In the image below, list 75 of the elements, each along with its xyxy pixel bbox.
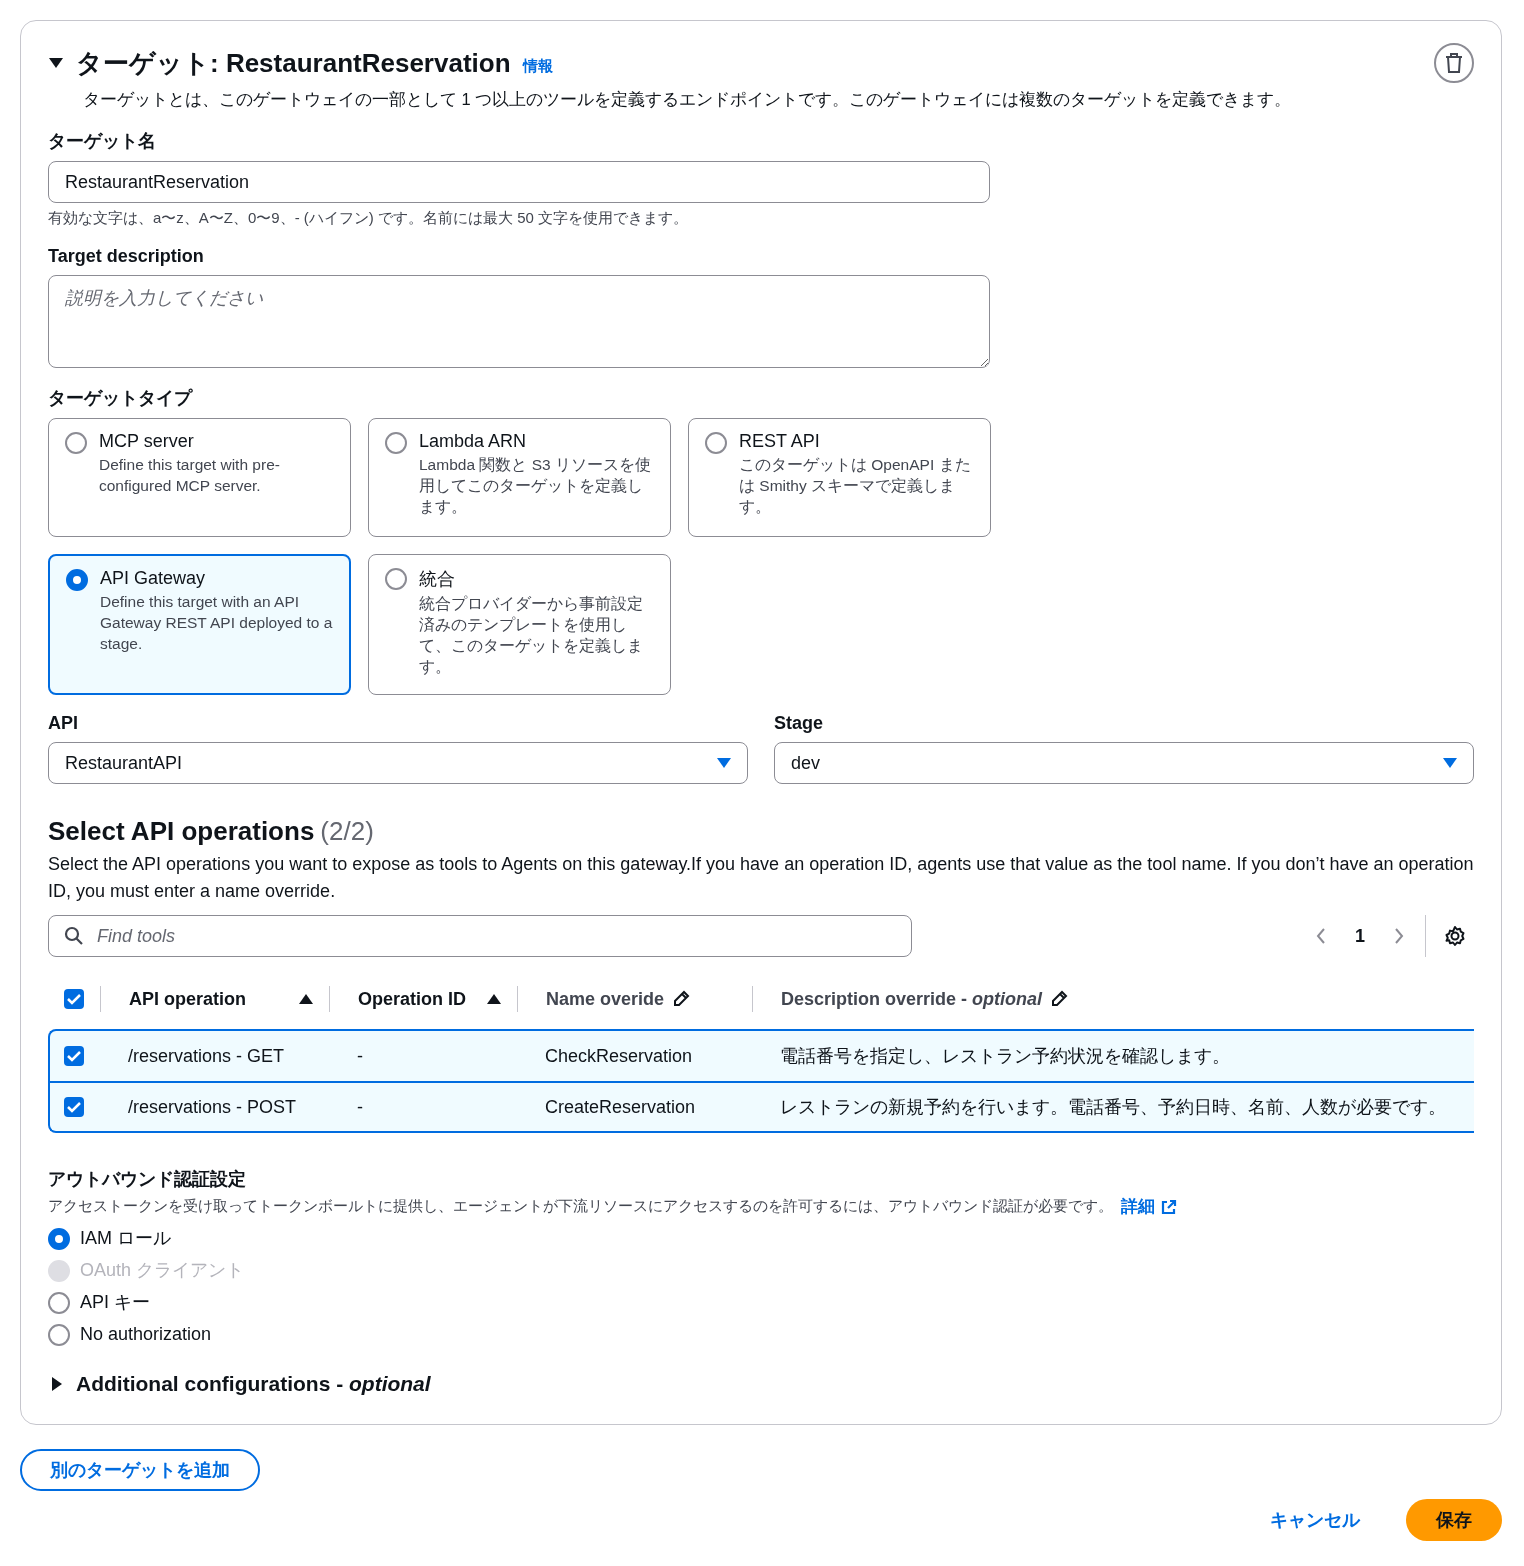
sort-up-icon: [487, 993, 501, 1005]
target-name-field[interactable]: RestaurantReservation: [48, 161, 990, 203]
option-description: Define this target with an API Gateway REST API deployed to a stage.: [100, 592, 333, 654]
page-number[interactable]: 1: [1349, 924, 1371, 948]
auth-option[interactable]: No authorization: [48, 1318, 212, 1350]
field-label: Target description: [48, 246, 205, 267]
select-field[interactable]: dev: [774, 742, 1474, 784]
table-cell-text: /reservations - POST: [127, 1096, 298, 1118]
radio-icon: [385, 432, 407, 454]
radio-icon: [385, 568, 407, 590]
field-hint: 有効な文字は、a〜z、A〜Z、0〜9、- (ハイフン) です。名前には最大 50 文字を使用できます。: [48, 209, 690, 228]
description-field[interactable]: 説明を入力してください: [48, 275, 990, 368]
caret-icon: [717, 757, 731, 769]
radio-icon: [65, 432, 87, 454]
pencil-icon: [1050, 990, 1069, 1008]
panel-title: ターゲット: RestaurantReservation: [76, 46, 511, 80]
option-description: このターゲットは OpenAPI または Smithy スキーマで定義します。: [739, 455, 972, 517]
column-header: Name overide: [546, 988, 665, 1010]
field-label: アウトバウンド認証設定: [48, 1168, 247, 1191]
option-label: REST API: [739, 431, 821, 452]
search-field[interactable]: Find tools: [48, 915, 912, 957]
auth-option[interactable]: API キー: [48, 1286, 150, 1318]
table-cell-text: CheckReservation: [544, 1045, 694, 1067]
table-cell-text: /reservations - GET: [127, 1045, 286, 1067]
column-header: Description override - optional: [781, 988, 1043, 1010]
info-link[interactable]: 情報: [522, 56, 553, 76]
radio-icon: [66, 569, 88, 591]
column-header[interactable]: Operation ID: [358, 988, 466, 1010]
target-type-option[interactable]: Lambda ARN Lambda 関数と S3 リソースを使用してこのターゲットを定義します。: [368, 418, 671, 537]
save-button[interactable]: 保存: [1406, 1499, 1502, 1541]
caret-icon: [1443, 757, 1457, 769]
section-title: Select API operations (2/2): [48, 816, 375, 847]
search-icon: [64, 926, 84, 946]
table-cell-text: -: [356, 1045, 364, 1067]
table-cell-text: レストランの新規予約を行います。電話番号、予約日時、名前、人数が必要です。: [779, 1096, 1447, 1119]
field-label: ターゲットタイプ: [48, 387, 194, 410]
option-label: MCP server: [99, 431, 195, 452]
row-checkbox[interactable]: [64, 1046, 84, 1066]
option-description: 統合プロバイダーから事前設定済みのテンプレートを使用して、このターゲットを定義します。: [419, 594, 644, 677]
add-target-button[interactable]: 別のターゲットを追加: [20, 1449, 260, 1491]
table-cell-text: -: [356, 1096, 364, 1118]
next-page-button[interactable]: [1393, 927, 1405, 945]
option-label: Lambda ARN: [419, 431, 528, 452]
settings-button[interactable]: [1444, 925, 1466, 947]
trash-icon: [1445, 53, 1463, 73]
option-description: Lambda 関数と S3 リソースを使用してこのターゲットを定義します。: [419, 455, 652, 517]
sort-up-icon: [299, 993, 313, 1005]
field-label: API: [48, 713, 79, 734]
option-description: Define this target with pre-configured MCP server.: [99, 455, 281, 496]
delete-button[interactable]: [1434, 43, 1474, 83]
option-label: 統合: [419, 568, 456, 591]
field-label: Stage: [774, 713, 825, 734]
details-link[interactable]: 詳細: [1121, 1195, 1177, 1218]
external-link-icon: [1161, 1198, 1177, 1215]
auth-option[interactable]: IAM ロール: [48, 1222, 171, 1254]
section-description: Select the API operations you want to expose as tools to Agents on this gateway.If you have an operation ID, agents use that value as the tool name. If you don’t have an operation ID, you must enter a name override.: [48, 853, 1474, 903]
previous-page-button[interactable]: [1315, 927, 1327, 945]
select-field[interactable]: RestaurantAPI: [48, 742, 748, 784]
select-all-checkbox[interactable]: [64, 989, 84, 1009]
radio-icon: [705, 432, 727, 454]
field-label: ターゲット名: [48, 130, 157, 153]
row-checkbox[interactable]: [64, 1097, 84, 1117]
table-cell-text: 電話番号を指定し、レストラン予約状況を確認します。: [779, 1045, 1231, 1068]
panel-description: ターゲットとは、このゲートウェイの一部として 1 つ以上のツールを定義するエンドポイントです。このゲートウェイには複数のターゲットを定義できます。: [83, 89, 1293, 110]
target-type-option[interactable]: API Gateway Define this target with an API Gateway REST API deployed to a stage.: [48, 554, 351, 695]
option-label: API Gateway: [100, 568, 207, 589]
pencil-icon: [672, 990, 691, 1008]
field-description: アクセストークンを受け取ってトークンボールトに提供し、エージェントが下流リソースにアクセスするのを許可するには、アウトバウンド認証が必要です。: [48, 1197, 1113, 1216]
target-type-option[interactable]: MCP server Define this target with pre-configured MCP server.: [48, 418, 351, 537]
table-cell-text: CreateReservation: [544, 1096, 697, 1118]
target-type-option[interactable]: 統合 統合プロバイダーから事前設定済みのテンプレートを使用して、このターゲットを定義します。: [368, 554, 671, 695]
additional-configurations-toggle[interactable]: Additional configurations - optional: [48, 1372, 431, 1396]
column-header[interactable]: API operation: [129, 988, 246, 1010]
cancel-button[interactable]: キャンセル: [1264, 1507, 1366, 1533]
target-type-option[interactable]: REST API このターゲットは OpenAPI または Smithy スキーマで定義します。: [688, 418, 991, 537]
